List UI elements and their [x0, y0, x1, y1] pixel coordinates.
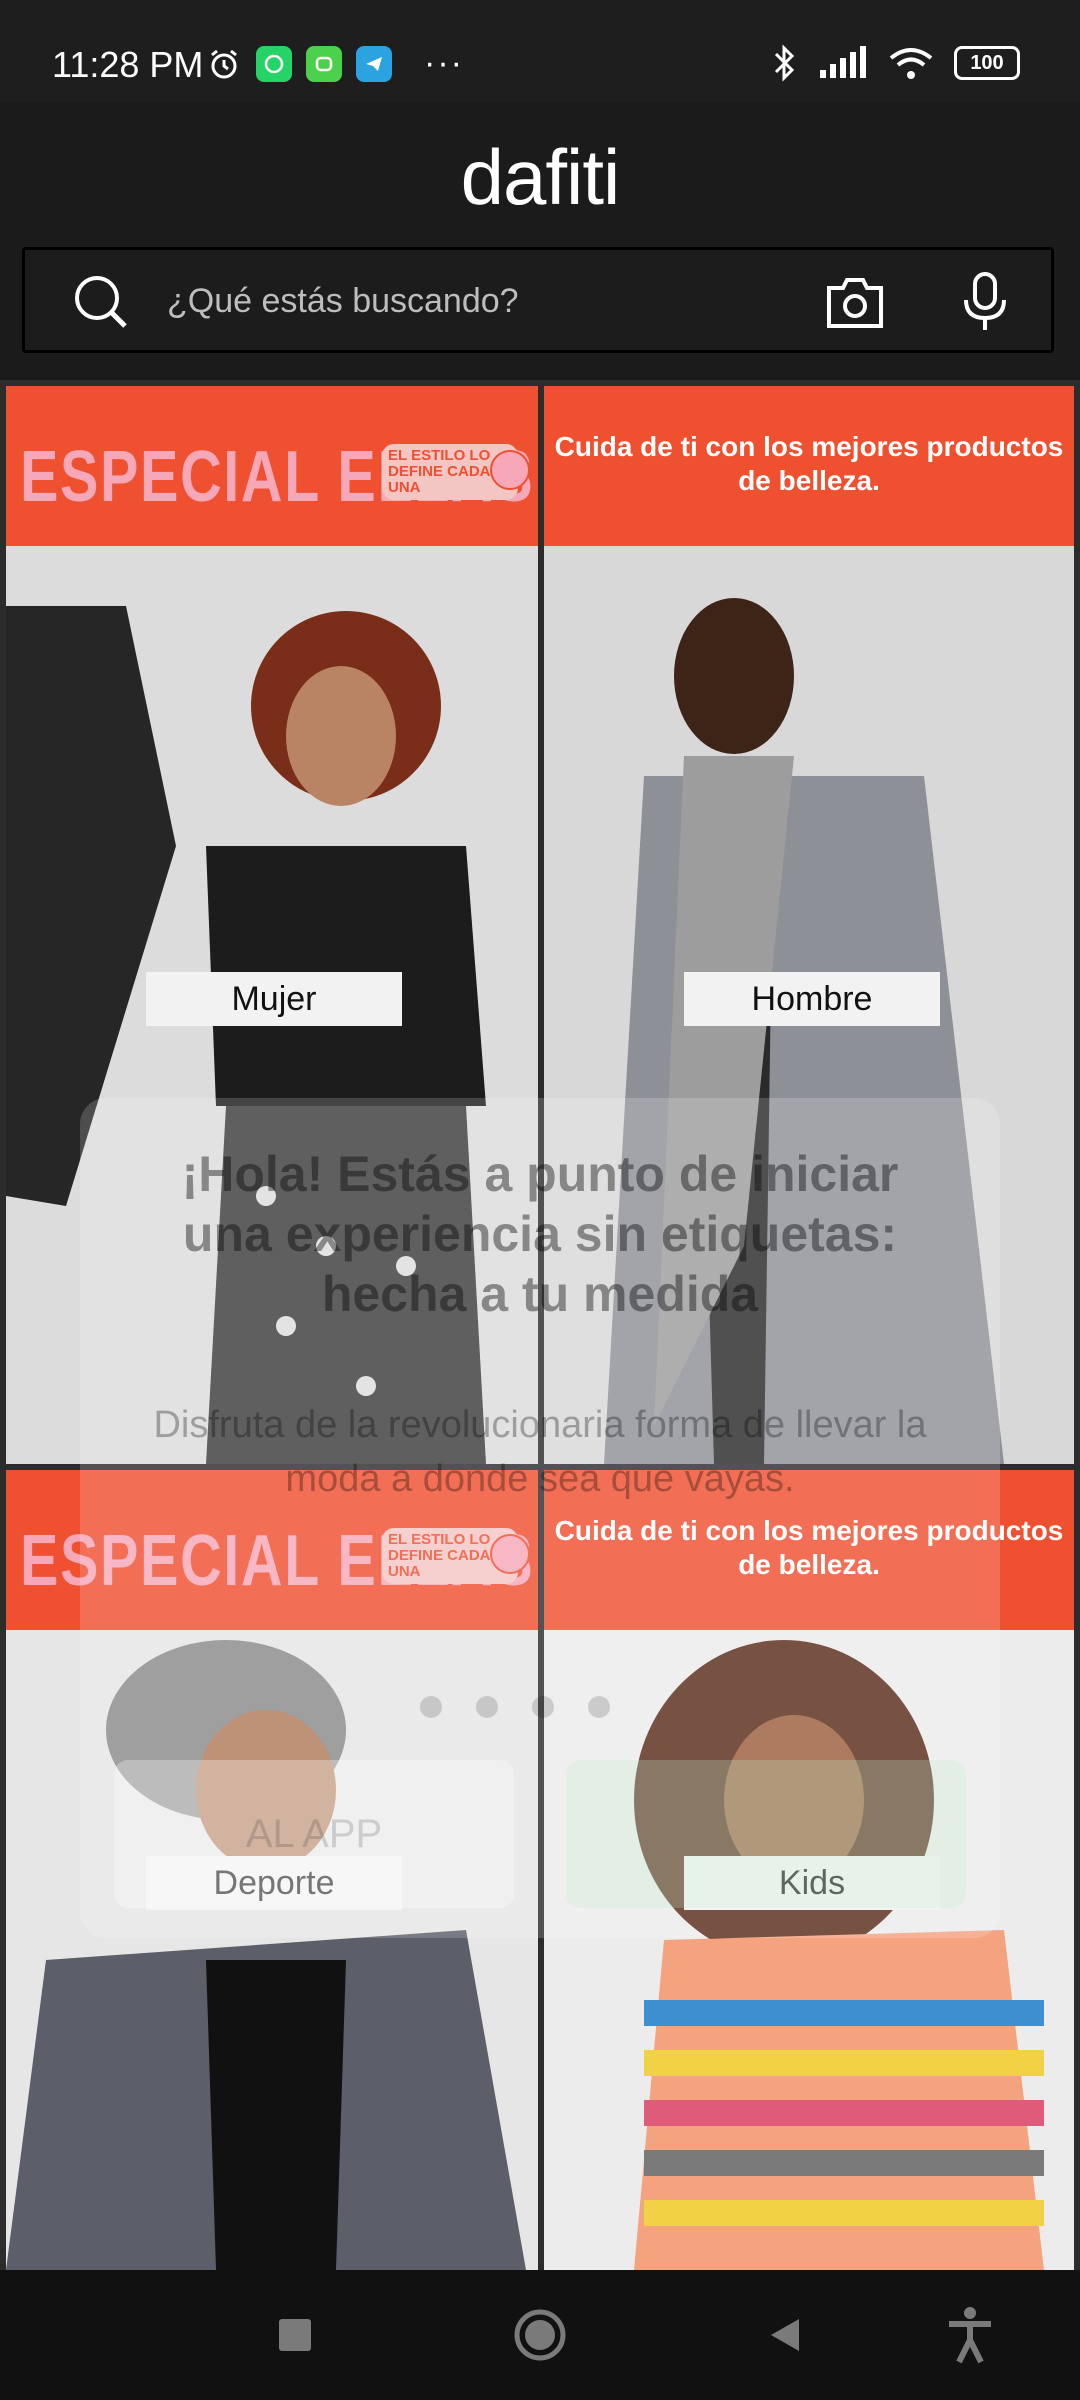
- promo-banner: ESPECIAL ELLAS EL ESTILO LO DEFINE CADA …: [6, 386, 538, 546]
- accessibility-icon[interactable]: [935, 2300, 1005, 2370]
- popup-subtitle: Disfruta de la revolucionaria forma de l…: [153, 1404, 927, 1500]
- category-label[interactable]: Hombre: [684, 972, 940, 1026]
- more-notifications-icon: ···: [424, 44, 464, 82]
- welcome-popup: ¡Hola! Estás a punto de iniciar una expe…: [80, 1098, 1000, 1938]
- status-bar: 11:28 PM ··· 100: [0, 0, 1080, 102]
- home-icon[interactable]: [505, 2300, 575, 2370]
- back-icon[interactable]: [750, 2300, 820, 2370]
- status-time: 11:28 PM: [52, 44, 204, 85]
- popup-app-button[interactable]: AL APP: [114, 1760, 514, 1908]
- camera-icon[interactable]: [825, 274, 885, 330]
- recents-icon[interactable]: [260, 2300, 330, 2370]
- status-system-icons: 100: [772, 44, 1020, 82]
- search-input[interactable]: [165, 268, 769, 334]
- alarm-icon: [206, 46, 242, 82]
- dafiti-logo[interactable]: dafiti: [0, 132, 1080, 223]
- telegram-icon: [356, 45, 392, 82]
- carousel-dot: [476, 1696, 498, 1718]
- carousel-dot: [588, 1696, 610, 1718]
- smiley-icon: [490, 450, 530, 490]
- microphone-icon[interactable]: [960, 272, 1010, 332]
- battery-icon: 100: [954, 46, 1020, 80]
- whatsapp-icon: [256, 45, 292, 82]
- bluetooth-icon: [774, 44, 795, 82]
- promo-banner: Cuida de ti con los mejores productos de…: [544, 386, 1074, 546]
- search-bar[interactable]: [22, 247, 1054, 353]
- status-notification-icons: ···: [206, 44, 464, 83]
- category-grid: ESPECIAL ELLAS EL ESTILO LO DEFINE CADA …: [0, 380, 1080, 2270]
- search-icon[interactable]: [71, 272, 131, 332]
- popup-title: ¡Hola! Estás a punto de iniciar una expe…: [181, 1146, 899, 1322]
- carousel-dot: [420, 1696, 442, 1718]
- carousel-dot: [532, 1696, 554, 1718]
- banner-text: Cuida de ti con los mejores productos de…: [554, 431, 1064, 496]
- system-navigation-bar: [0, 2270, 1080, 2400]
- app-header: dafiti: [0, 102, 1080, 380]
- wifi-icon: [889, 48, 933, 79]
- category-label[interactable]: Mujer: [146, 972, 402, 1026]
- popup-continue-button[interactable]: [566, 1760, 966, 1908]
- signal-icon: [820, 46, 866, 78]
- android-icon: [306, 45, 342, 82]
